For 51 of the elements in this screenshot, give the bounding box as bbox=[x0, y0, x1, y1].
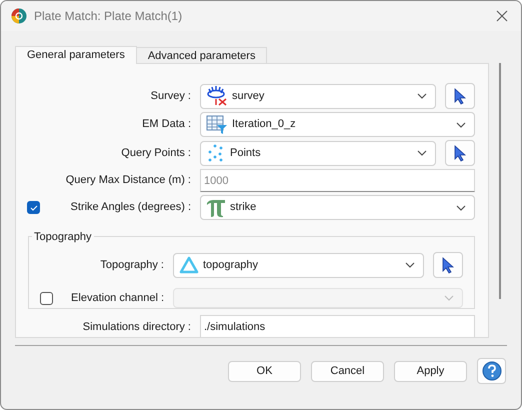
field-label: Query Points : bbox=[120, 146, 191, 161]
chevron-down-icon bbox=[456, 204, 466, 210]
group-title: Topography bbox=[32, 229, 94, 246]
chevron-down-icon bbox=[417, 150, 427, 156]
cursor-arrow-icon bbox=[442, 256, 454, 274]
dropdown[interactable]: topography bbox=[173, 252, 424, 278]
window-title: Plate Match: Plate Match(1) bbox=[34, 8, 184, 25]
dropdown[interactable]: Points bbox=[200, 140, 436, 166]
dropdown[interactable]: strike bbox=[200, 195, 475, 220]
field-label: Elevation channel : bbox=[70, 290, 164, 306]
help-icon bbox=[482, 361, 502, 381]
field-label: Topography : bbox=[99, 258, 164, 273]
chevron-down-icon bbox=[444, 295, 454, 301]
field-label: EM Data : bbox=[141, 117, 191, 132]
checkmark-icon bbox=[30, 204, 38, 210]
close-icon bbox=[496, 10, 508, 22]
dropdown[interactable]: Iteration_0_z bbox=[200, 112, 475, 137]
chevron-down-icon bbox=[405, 262, 415, 268]
dropdown-value: Points bbox=[230, 146, 262, 161]
tab[interactable]: Advanced parameters bbox=[136, 47, 268, 63]
table-filter-icon bbox=[206, 114, 228, 134]
dialog-button[interactable]: Apply bbox=[394, 360, 467, 382]
app-logo-icon bbox=[11, 8, 27, 24]
dialog-button[interactable]: OK bbox=[228, 360, 301, 382]
dropdown-value: topography bbox=[203, 258, 260, 273]
pi-icon bbox=[206, 198, 226, 218]
pick-button[interactable] bbox=[445, 140, 475, 166]
triangle-icon bbox=[179, 255, 199, 275]
chevron-down-icon bbox=[456, 122, 466, 128]
tab[interactable]: General parameters bbox=[15, 46, 137, 64]
dropdown-value: Iteration_0_z bbox=[232, 117, 297, 132]
chevron-down-icon bbox=[417, 93, 427, 99]
dropdown[interactable]: survey bbox=[200, 84, 436, 108]
cursor-arrow-icon bbox=[454, 88, 466, 104]
field-label: Strike Angles (degrees) : bbox=[70, 200, 191, 216]
survey-icon bbox=[206, 86, 228, 106]
field-label: Simulations directory : bbox=[82, 320, 191, 335]
close-button[interactable] bbox=[495, 9, 509, 23]
pick-button[interactable] bbox=[433, 252, 463, 278]
pick-button[interactable] bbox=[445, 83, 475, 109]
help-button[interactable] bbox=[477, 358, 506, 384]
dialog-button[interactable]: Cancel bbox=[311, 360, 384, 382]
cursor-arrow-icon bbox=[454, 144, 466, 162]
dropdown-value: survey bbox=[232, 88, 266, 104]
scrollbar[interactable] bbox=[499, 63, 501, 299]
input-field[interactable]: 1000 bbox=[200, 169, 475, 192]
field-label: Survey : bbox=[150, 88, 191, 104]
input-field[interactable]: ./simulations bbox=[200, 315, 475, 337]
checkbox[interactable] bbox=[27, 201, 40, 214]
dropdown-value: strike bbox=[230, 200, 258, 216]
field-label: Query Max Distance (m) : bbox=[64, 173, 191, 188]
